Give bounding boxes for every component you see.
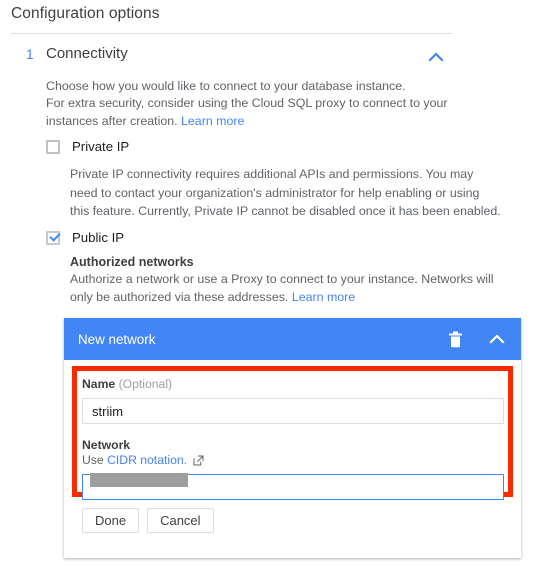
network-field-group: Network Use CIDR notation. xyxy=(82,438,504,500)
trash-icon[interactable] xyxy=(445,329,465,349)
connectivity-description-2: For extra security, consider using the C… xyxy=(46,94,482,130)
network-field-hint: Use CIDR notation. xyxy=(82,453,504,467)
authorized-networks-description: Authorize a network or use a Proxy to co… xyxy=(70,271,494,306)
page-title: Configuration options xyxy=(11,5,160,22)
new-network-card: New network Name (Optional) striim Netwo… xyxy=(64,318,521,558)
name-input-holder xyxy=(82,391,504,424)
done-button[interactable]: Done xyxy=(82,508,140,533)
private-ip-note: Private IP connectivity requires additio… xyxy=(70,167,501,218)
network-field-hint-prefix: Use xyxy=(82,453,104,467)
public-ip-label: Public IP xyxy=(72,230,125,245)
network-input-holder xyxy=(82,467,504,500)
authorized-networks-title: Authorized networks xyxy=(70,255,194,269)
private-ip-checkbox-row[interactable]: Private IP xyxy=(46,139,129,154)
title-divider xyxy=(11,33,452,34)
new-network-card-header: New network xyxy=(64,318,521,360)
cidr-notation-link[interactable]: CIDR notation. xyxy=(107,453,187,467)
chevron-up-icon[interactable] xyxy=(426,49,446,65)
connectivity-description-1: Choose how you would like to connect to … xyxy=(46,79,406,93)
cancel-button[interactable]: Cancel xyxy=(147,508,214,533)
connectivity-description-2-text: For extra security, consider using the C… xyxy=(46,96,448,128)
public-ip-checkbox[interactable] xyxy=(46,230,60,245)
name-field-group: Name (Optional) xyxy=(82,377,504,424)
step-number: 1 xyxy=(26,46,34,62)
name-field-label: Name (Optional) xyxy=(82,377,504,391)
authorized-networks-learn-more-link[interactable]: Learn more xyxy=(292,290,355,304)
new-network-card-body: Name (Optional) Network Use CIDR notatio… xyxy=(64,360,521,558)
name-input[interactable] xyxy=(82,398,504,424)
connectivity-section: 1 Connectivity xyxy=(0,45,534,71)
name-field-label-text: Name xyxy=(82,377,116,391)
card-button-row: Done Cancel xyxy=(82,508,214,533)
open-in-new-icon xyxy=(193,455,204,466)
redacted-value-block xyxy=(90,473,188,487)
connectivity-learn-more-link[interactable]: Learn more xyxy=(181,114,244,128)
authorized-networks-description-text: Authorize a network or use a Proxy to co… xyxy=(70,272,494,304)
page-section-title: Connectivity xyxy=(46,45,128,62)
authorized-networks-block: Authorized networks Authorize a network … xyxy=(70,254,494,306)
new-network-card-actions xyxy=(445,318,507,360)
private-ip-checkbox[interactable] xyxy=(46,139,60,154)
network-field-label-text: Network xyxy=(82,438,131,452)
new-network-card-title: New network xyxy=(78,331,156,347)
public-ip-checkbox-row[interactable]: Public IP xyxy=(46,230,124,245)
name-field-optional-suffix: (Optional) xyxy=(118,377,173,391)
private-ip-label: Private IP xyxy=(72,139,130,154)
connectivity-header[interactable]: 1 Connectivity xyxy=(0,45,534,71)
chevron-up-icon[interactable] xyxy=(487,329,507,349)
network-field-label: Network xyxy=(82,438,504,452)
